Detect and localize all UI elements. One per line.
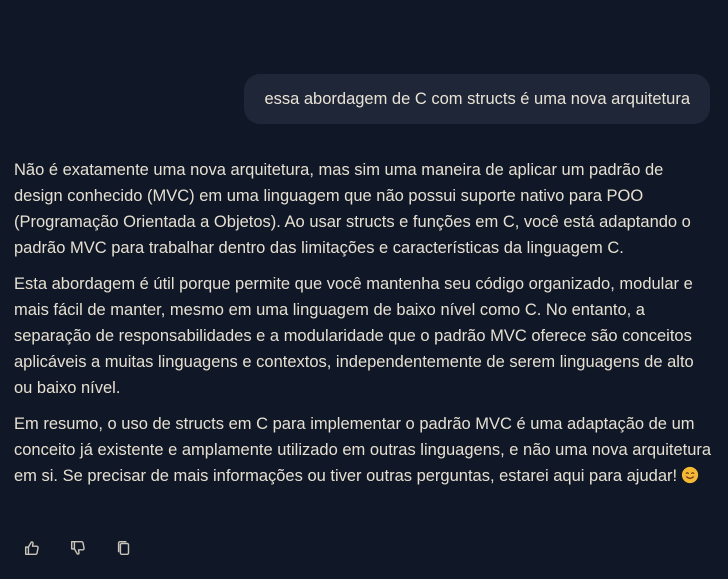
assistant-paragraph-2: Esta abordagem é útil porque permite que… <box>14 275 694 397</box>
user-message-bubble: essa abordagem de C com structs é uma no… <box>244 74 710 124</box>
thumbs-down-button[interactable] <box>68 538 88 558</box>
copy-icon <box>117 540 130 556</box>
thumbs-down-icon <box>70 540 85 555</box>
assistant-message: Não é exatamente uma nova arquitetura, m… <box>14 157 714 499</box>
thumbs-up-button[interactable] <box>22 538 42 558</box>
thumbs-up-icon <box>24 541 39 556</box>
copy-button[interactable] <box>114 538 134 558</box>
smiling-face-emoji-icon <box>681 466 699 484</box>
assistant-paragraph-1: Não é exatamente uma nova arquitetura, m… <box>14 161 691 257</box>
assistant-paragraph-3-container: Em resumo, o uso de structs em C para im… <box>14 411 714 489</box>
message-actions <box>22 538 134 558</box>
user-message-text: essa abordagem de C com structs é uma no… <box>264 89 690 108</box>
assistant-paragraph-3: Em resumo, o uso de structs em C para im… <box>14 415 712 485</box>
